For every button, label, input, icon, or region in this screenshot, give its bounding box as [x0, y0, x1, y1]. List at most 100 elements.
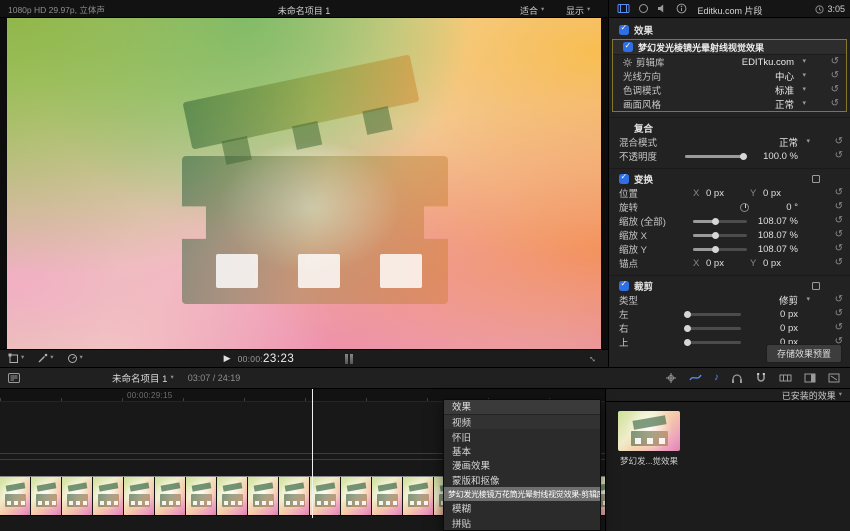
reset-icon[interactable]: ↺ [835, 323, 843, 333]
effects-popup-item[interactable]: 蒙版和抠像 [444, 473, 600, 487]
clip-thumbnail[interactable] [279, 477, 310, 515]
effects-enable-checkbox[interactable] [619, 25, 629, 35]
scale-y-slider[interactable] [693, 248, 747, 251]
reset-icon[interactable]: ↺ [835, 295, 843, 305]
clip-thumbnail[interactable] [0, 477, 31, 515]
slider-knob[interactable] [712, 232, 719, 239]
clip-thumbnail[interactable] [155, 477, 186, 515]
reset-icon[interactable]: ↺ [835, 202, 843, 212]
clip-thumbnail[interactable] [186, 477, 217, 515]
opacity-value[interactable]: 100.0 % [763, 151, 798, 162]
crop-left-slider[interactable] [685, 313, 741, 316]
color-inspector-tab-icon[interactable] [638, 3, 649, 14]
clip-thumbnail[interactable] [217, 477, 248, 515]
panel-close-icon[interactable] [828, 372, 840, 384]
onscreen-controls-button[interactable] [812, 175, 820, 183]
snapping-magnet-icon[interactable] [755, 372, 767, 384]
position-tool-icon[interactable] [665, 372, 677, 384]
reset-icon[interactable]: ↺ [835, 244, 843, 254]
enhance-tool-menu[interactable]: ▾ [37, 353, 53, 364]
effect-enable-checkbox[interactable] [623, 42, 633, 52]
anchor-y-value[interactable]: 0 px [763, 258, 781, 269]
solo-headphones-icon[interactable] [731, 372, 743, 384]
effects-popup-item[interactable]: 视频 [444, 415, 600, 429]
blend-mode-value[interactable]: 正常 [779, 135, 798, 149]
play-button[interactable]: ▶ [224, 353, 231, 364]
reset-icon[interactable]: ↺ [835, 137, 843, 147]
chevron-down-icon[interactable]: ▾ [802, 58, 806, 65]
info-inspector-tab-icon[interactable] [676, 3, 687, 14]
view-options-menu[interactable]: 显示 ▾ [566, 4, 590, 17]
video-inspector-tab-icon[interactable] [617, 3, 630, 14]
timeline-index-icon[interactable] [8, 373, 20, 383]
slider-knob[interactable] [712, 218, 719, 225]
reset-icon[interactable]: ↺ [831, 57, 839, 67]
effects-popup-item[interactable]: 基本 [444, 444, 600, 458]
effect-thumbnail[interactable] [618, 411, 680, 451]
chevron-down-icon[interactable]: ▾ [802, 100, 806, 107]
effects-browser-header[interactable]: 已安装的效果 ▾ [606, 389, 850, 402]
scale-all-slider[interactable] [693, 220, 747, 223]
chevron-down-icon[interactable]: ▾ [802, 72, 806, 79]
clip-thumbnail[interactable] [93, 477, 124, 515]
clip-thumbnail[interactable] [31, 477, 62, 515]
effects-popup-item[interactable]: 怀旧 [444, 429, 600, 443]
effects-popup-item[interactable]: 漫画效果 [444, 458, 600, 472]
scale-x-slider[interactable] [693, 234, 747, 237]
playhead[interactable] [312, 389, 313, 518]
crop-left-value[interactable]: 0 px [780, 309, 798, 320]
reset-icon[interactable]: ↺ [831, 99, 839, 109]
reset-icon[interactable]: ↺ [831, 85, 839, 95]
save-effect-preset-button[interactable]: 存储效果预置 [766, 344, 842, 363]
viewer-canvas[interactable] [7, 18, 601, 349]
gear-icon[interactable] [623, 58, 632, 67]
param-value[interactable]: 正常 [775, 97, 794, 111]
chevron-down-icon[interactable]: ▾ [802, 86, 806, 93]
param-value[interactable]: 标准 [775, 83, 794, 97]
zoom-fit-menu[interactable]: 适合 ▾ [520, 4, 544, 17]
transform-enable-checkbox[interactable] [619, 174, 629, 184]
audio-meters-icon[interactable] [345, 354, 353, 364]
effects-popup-item[interactable]: 拼贴 [444, 516, 600, 530]
clip-thumbnail[interactable] [310, 477, 341, 515]
slider-knob[interactable] [740, 153, 747, 160]
position-x-value[interactable]: 0 px [706, 188, 724, 199]
reset-icon[interactable]: ↺ [835, 309, 843, 319]
fullscreen-icon[interactable]: ↔ [586, 351, 601, 366]
effects-browser-toggle-icon[interactable] [804, 372, 816, 384]
rotation-value[interactable]: 0 ° [786, 202, 798, 213]
rotation-dial-icon[interactable] [740, 203, 749, 212]
effects-popup-item[interactable]: 模糊 [444, 501, 600, 515]
slider-knob[interactable] [712, 246, 719, 253]
param-value[interactable]: EDITku.com [742, 57, 794, 68]
chevron-down-icon[interactable]: ▾ [806, 296, 810, 303]
reset-icon[interactable]: ↺ [831, 71, 839, 81]
chevron-down-icon[interactable]: ▾ [806, 138, 810, 145]
clip-thumbnail[interactable] [248, 477, 279, 515]
effects-popup-item[interactable]: 梦幻发光棱镜万花筒光晕射线视觉效果-剪辑库 [444, 487, 600, 501]
scale-x-value[interactable]: 108.07 % [758, 230, 798, 241]
reset-icon[interactable]: ↺ [835, 258, 843, 268]
crop-type-value[interactable]: 修剪 [779, 293, 798, 307]
crop-enable-checkbox[interactable] [619, 281, 629, 291]
reset-icon[interactable]: ↺ [835, 151, 843, 161]
slider-knob[interactable] [684, 339, 691, 346]
retime-tool-menu[interactable]: ▾ [67, 353, 83, 364]
anchor-x-value[interactable]: 0 px [706, 258, 724, 269]
timeline-project-menu[interactable]: 未命名项目 1 ▾ [112, 371, 174, 385]
clip-thumbnail[interactable] [403, 477, 434, 515]
transform-tool-menu[interactable]: ▾ [8, 353, 24, 364]
clip-thumbnail[interactable] [62, 477, 93, 515]
effect-name-row[interactable]: 梦幻发光棱镜光晕射线视觉效果 [613, 40, 846, 55]
clip-thumbnail[interactable] [372, 477, 403, 515]
position-y-value[interactable]: 0 px [763, 188, 781, 199]
crop-right-slider[interactable] [685, 327, 741, 330]
clip-thumbnail[interactable] [124, 477, 155, 515]
opacity-slider[interactable] [685, 155, 747, 158]
onscreen-controls-button[interactable] [812, 282, 820, 290]
slider-knob[interactable] [684, 311, 691, 318]
crop-top-slider[interactable] [685, 341, 741, 344]
reset-icon[interactable]: ↺ [835, 230, 843, 240]
clip-thumbnail[interactable] [341, 477, 372, 515]
scale-all-value[interactable]: 108.07 % [758, 216, 798, 227]
